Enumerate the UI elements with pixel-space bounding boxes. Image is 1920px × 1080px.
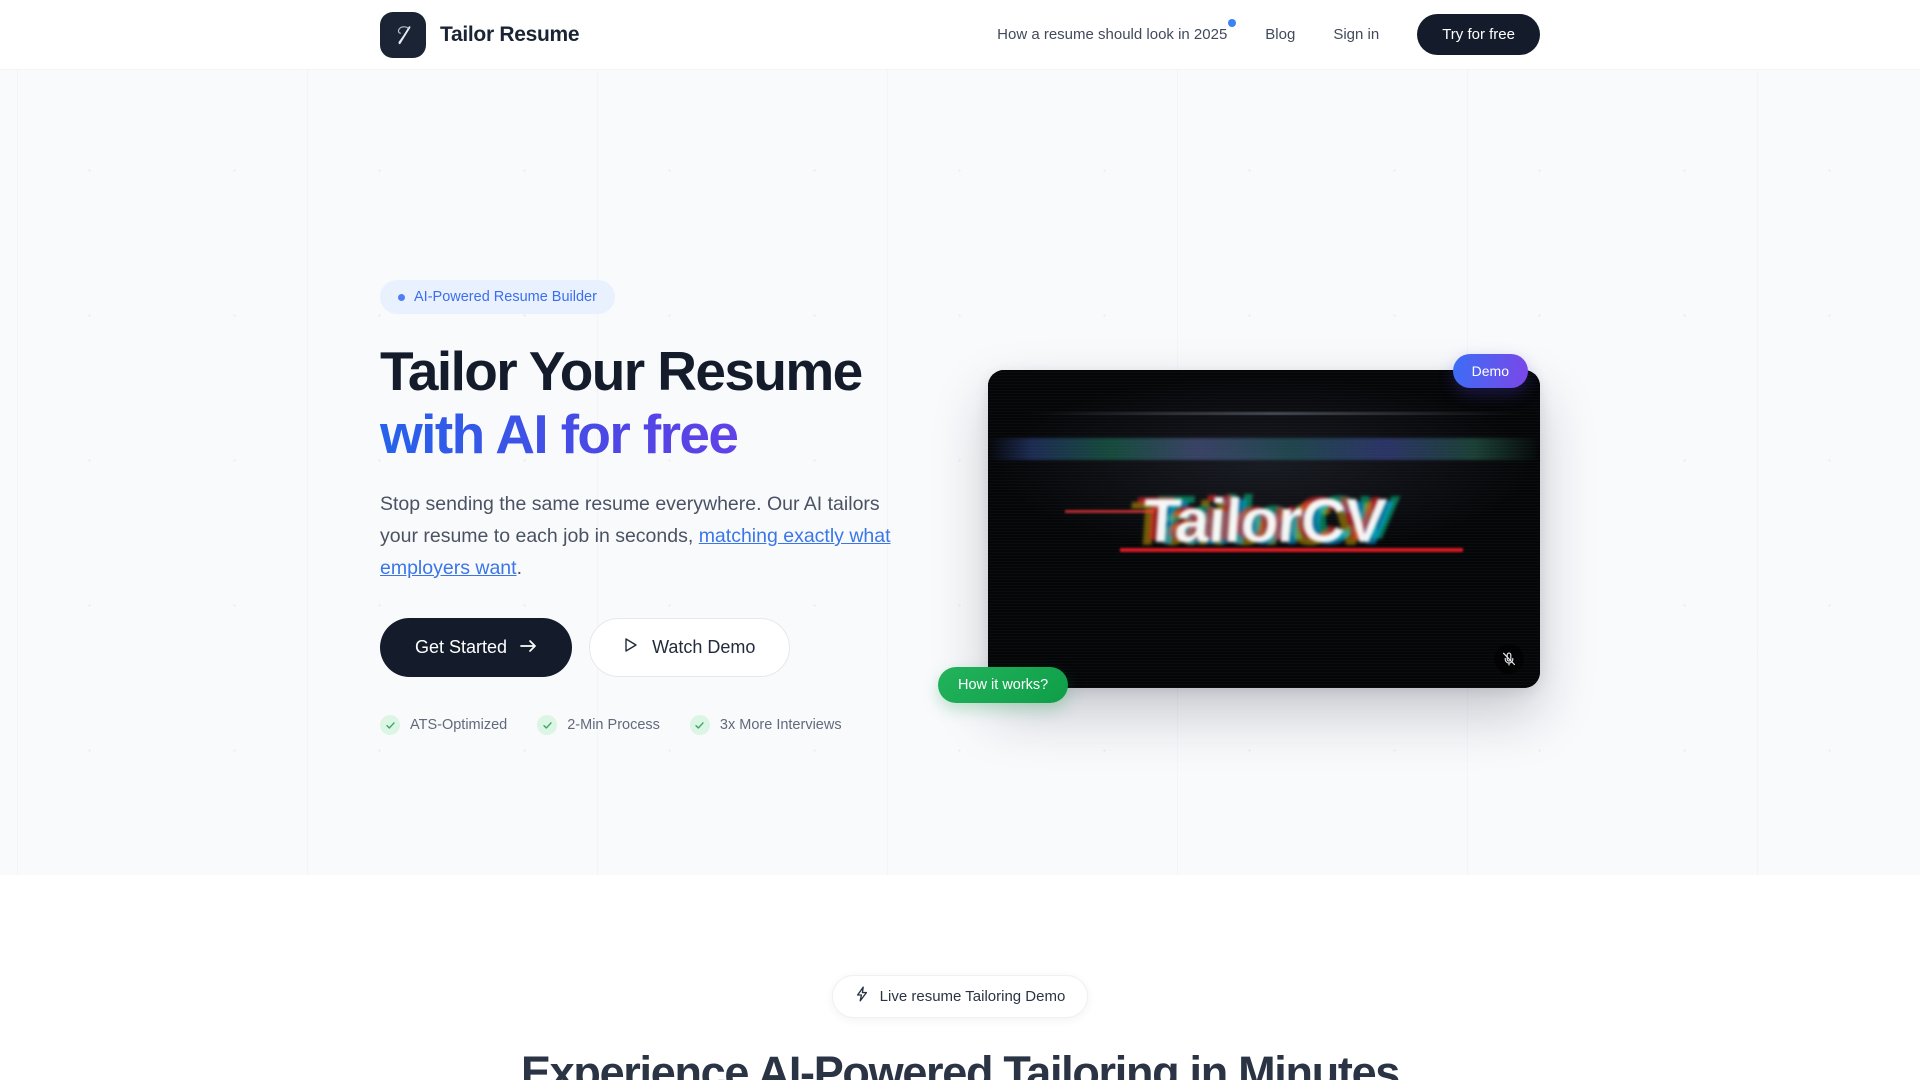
hero-section: AI-Powered Resume Builder Tailor Your Re… [0, 70, 1920, 875]
get-started-button[interactable]: Get Started [380, 618, 573, 678]
feature-label: 2-Min Process [567, 717, 660, 734]
feature-item-ats: ATS-Optimized [380, 715, 508, 736]
feature-list: ATS-Optimized 2-Min Process 3x More Inte… [380, 715, 925, 736]
feature-item-process: 2-Min Process [537, 715, 660, 736]
site-header: Tailor Resume How a resume should look i… [0, 0, 1920, 70]
watch-demo-button[interactable]: Watch Demo [589, 618, 791, 678]
header-inner: Tailor Resume How a resume should look i… [380, 11, 1540, 58]
demo-badge: Demo [1452, 354, 1528, 388]
brand-logo-link[interactable]: Tailor Resume [380, 11, 580, 58]
nav-link-blog[interactable]: Blog [1265, 18, 1295, 51]
demo-video-player[interactable]: TailorCV [988, 370, 1540, 688]
watch-demo-label: Watch Demo [652, 637, 756, 658]
microphone-muted-icon[interactable] [1494, 644, 1524, 674]
page-title: Tailor Your Resume with AI for free [380, 340, 925, 465]
lightning-bolt-icon [855, 986, 869, 1007]
check-icon [380, 715, 400, 736]
video-scanline-top [1021, 412, 1529, 415]
arrow-right-icon [520, 637, 537, 658]
hero-inner: AI-Powered Resume Builder Tailor Your Re… [380, 70, 1540, 875]
feature-item-interviews: 3x More Interviews [689, 715, 842, 736]
nav-link-label: How a resume should look in 2025 [997, 26, 1228, 43]
get-started-label: Get Started [415, 637, 508, 658]
live-demo-label: Live resume Tailoring Demo [879, 988, 1066, 1005]
needle-thread-icon [380, 11, 426, 58]
demo-section: Live resume Tailoring Demo Experience AI… [0, 875, 1920, 1080]
check-icon [689, 715, 710, 736]
video-scanline-chromatic [988, 438, 1540, 460]
ai-badge-label: AI-Powered Resume Builder [414, 289, 597, 305]
play-triangle-icon [624, 637, 638, 658]
landing-page: Tailor Resume How a resume should look i… [0, 0, 1920, 1080]
feature-label: ATS-Optimized [410, 717, 508, 734]
video-glitch-title: TailorCV [1140, 487, 1388, 556]
hero-subheading: Stop sending the same resume everywhere.… [380, 489, 900, 584]
subhead-text-2: . [516, 556, 522, 579]
feature-label: 3x More Interviews [719, 717, 842, 734]
brand-name: Tailor Resume [440, 22, 580, 46]
cta-row: Get Started Watch Demo [380, 618, 925, 678]
section-title: Experience AI-Powered Tailoring in Minut… [520, 1047, 1400, 1080]
headline-line-2: with AI for free [380, 403, 925, 466]
nav-link-resume-2025[interactable]: How a resume should look in 2025 [997, 18, 1237, 51]
notification-dot-icon [1228, 19, 1237, 27]
video-glitch-bar-red [1120, 548, 1463, 552]
check-icon [537, 715, 558, 736]
main-navigation: How a resume should look in 2025 Blog Si… [997, 14, 1540, 55]
hero-content: AI-Powered Resume Builder Tailor Your Re… [380, 70, 925, 736]
headline-line-1: Tailor Your Resume [380, 340, 863, 402]
how-it-works-badge[interactable]: How it works? [938, 667, 1069, 703]
hero-media: Demo TailorCV How it works? [925, 70, 1540, 703]
try-for-free-button[interactable]: Try for free [1417, 14, 1540, 55]
video-wrapper: Demo TailorCV How it works? [938, 354, 1540, 703]
live-demo-pill: Live resume Tailoring Demo [831, 975, 1089, 1018]
badge-dot-icon [398, 293, 405, 301]
video-glitch-bar-left [1065, 510, 1154, 513]
nav-link-sign-in[interactable]: Sign in [1333, 18, 1379, 51]
ai-badge: AI-Powered Resume Builder [380, 280, 615, 314]
